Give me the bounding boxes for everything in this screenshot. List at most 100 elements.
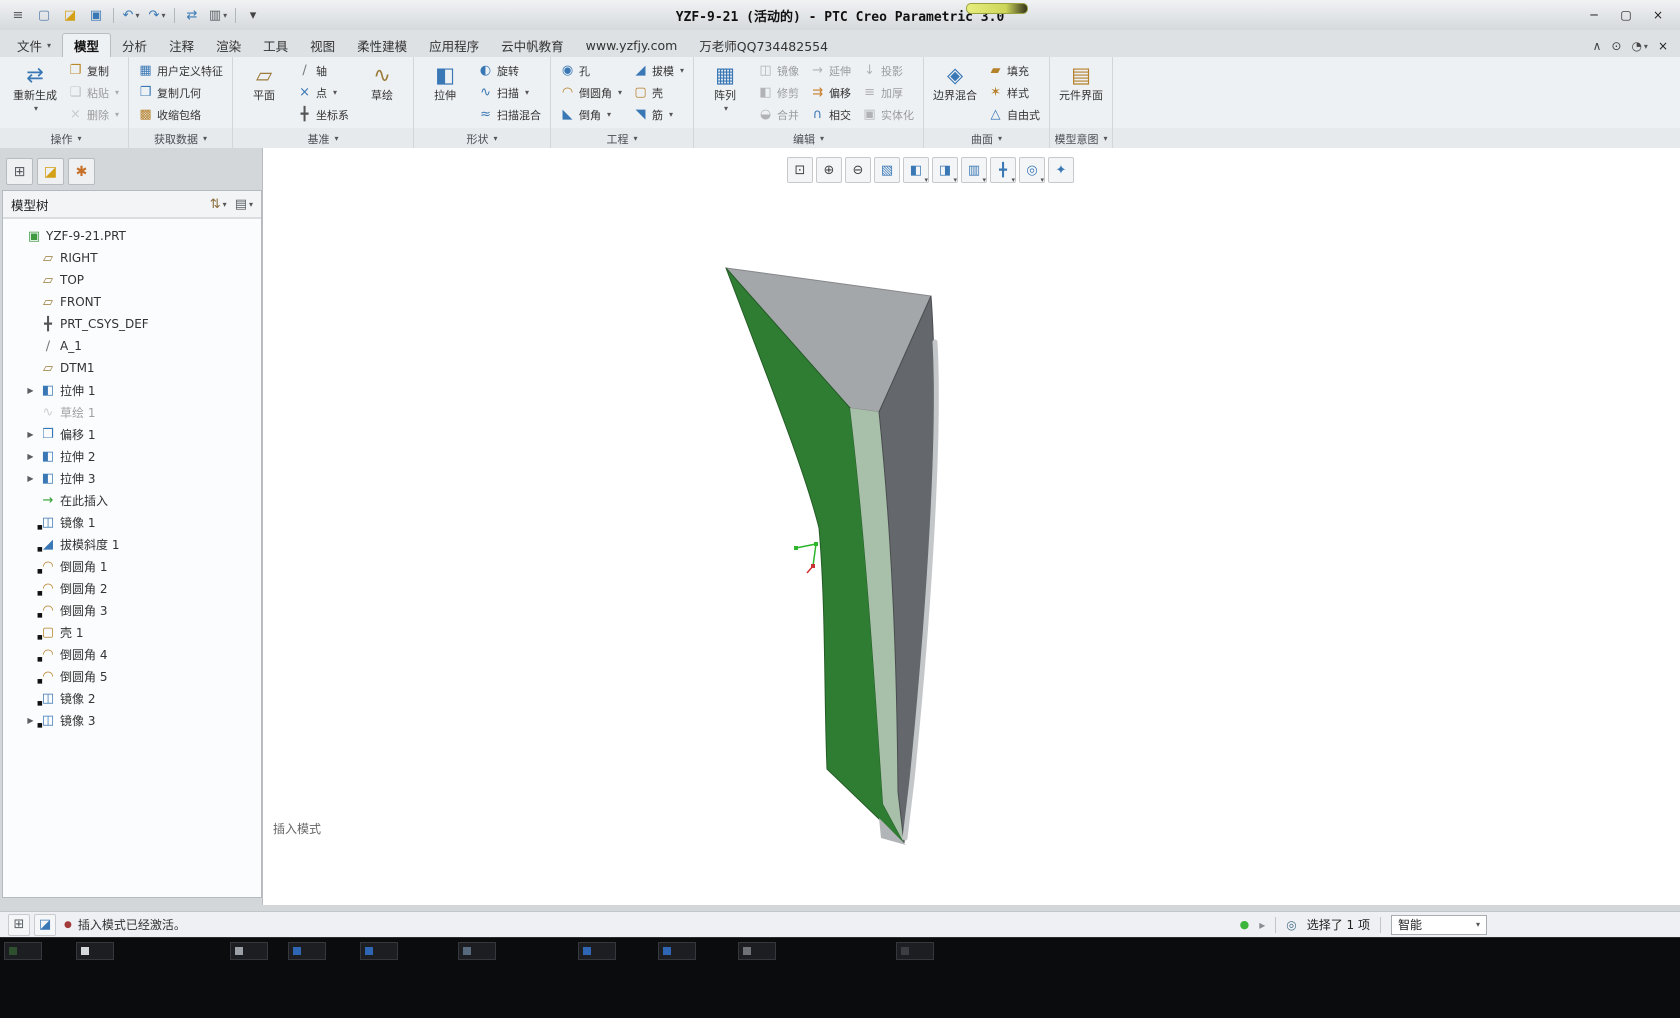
tree-item[interactable]: ▶◧拉伸 2 — [3, 445, 261, 467]
status-expand-button[interactable]: ▸ — [1259, 918, 1265, 932]
tree-item[interactable]: ◠■倒圆角 1 — [3, 555, 261, 577]
udf-button[interactable]: ▦用户定义特征 — [134, 60, 227, 81]
tab-view[interactable]: 视图 — [299, 34, 346, 57]
sketch-button[interactable]: ∿草绘 — [356, 59, 408, 126]
display-style-button[interactable]: ◨▾ — [932, 157, 958, 183]
command-search-button[interactable]: ⊙ — [1611, 40, 1621, 52]
shading-style-button[interactable]: ◧▾ — [903, 157, 929, 183]
chamfer-button[interactable]: ◣倒角▾ — [556, 104, 626, 125]
customize-quick-access-button[interactable]: ▾ — [241, 4, 265, 26]
copy-button[interactable]: ❐复制 — [64, 60, 123, 81]
extend-button[interactable]: →延伸 — [806, 60, 855, 81]
plane-button[interactable]: ▱平面 — [238, 59, 290, 126]
ribbon-group-label-engineering[interactable]: 工程▾ — [551, 130, 693, 148]
rib-button[interactable]: ◥筋▾ — [629, 104, 688, 125]
hole-button[interactable]: ◉孔 — [556, 60, 626, 81]
repaint-button[interactable]: ▧ — [874, 157, 900, 183]
ribbon-group-label-datum[interactable]: 基准▾ — [233, 130, 413, 148]
undo-button[interactable]: ↶▾ — [119, 4, 143, 26]
tree-filters-button[interactable]: ⇅▾ — [210, 198, 227, 211]
draft-button[interactable]: ◢拔模▾ — [629, 60, 688, 81]
tab-yunzhongfan-edu[interactable]: 云中帆教育 — [490, 34, 575, 57]
tab-render[interactable]: 渲染 — [205, 34, 252, 57]
tree-item[interactable]: ▶◧拉伸 1 — [3, 379, 261, 401]
tab-teacher-qq[interactable]: 万老师QQ734482554 — [688, 34, 839, 57]
refit-button[interactable]: ⊡ — [787, 157, 813, 183]
round-button[interactable]: ◠倒圆角▾ — [556, 82, 626, 103]
tree-item[interactable]: ▱FRONT — [3, 291, 261, 313]
ribbon-group-label-model-intent[interactable]: 模型意图▾ — [1050, 130, 1112, 148]
view-utilities-button[interactable]: ✦ — [1048, 157, 1074, 183]
ribbon-group-label-operations[interactable]: 操作▾ — [4, 130, 128, 148]
status-display-button[interactable]: ◔▾ — [1631, 40, 1648, 52]
ribbon-group-label-shapes[interactable]: 形状▾ — [414, 130, 550, 148]
tab-tools[interactable]: 工具 — [252, 34, 299, 57]
tab-website[interactable]: www.yzfjy.com — [575, 34, 689, 57]
tree-item[interactable]: ▶❒偏移 1 — [3, 423, 261, 445]
minimize-button[interactable]: ─ — [1582, 6, 1606, 24]
tree-item[interactable]: →在此插入 — [3, 489, 261, 511]
folder-browser-button[interactable]: ◪ — [37, 158, 64, 185]
find-button[interactable]: ◎ — [1286, 918, 1296, 932]
tree-item[interactable]: ◫■镜像 2 — [3, 687, 261, 709]
style-button[interactable]: ✶样式 — [984, 82, 1044, 103]
shell-button[interactable]: ▢壳 — [629, 82, 688, 103]
tree-item[interactable]: ▢■壳 1 — [3, 621, 261, 643]
tree-item[interactable]: ▱RIGHT — [3, 247, 261, 269]
screen-layout-button[interactable]: ≡ — [6, 4, 30, 26]
zoom-in-button[interactable]: ⊕ — [816, 157, 842, 183]
taskbar-item[interactable] — [896, 942, 934, 960]
taskbar-item[interactable] — [360, 942, 398, 960]
taskbar-item[interactable] — [288, 942, 326, 960]
saved-orientations-button[interactable]: ▥▾ — [961, 157, 987, 183]
swept-blend-button[interactable]: ≈扫描混合 — [474, 104, 545, 125]
solidify-button[interactable]: ▣实体化 — [858, 104, 918, 125]
offset-button[interactable]: ⇉偏移 — [806, 82, 855, 103]
trim-button[interactable]: ◧修剪 — [754, 82, 803, 103]
tree-item[interactable]: ▶◧拉伸 3 — [3, 467, 261, 489]
pattern-button[interactable]: ▦阵列▾ — [699, 59, 751, 126]
tree-item[interactable]: ∕A_1 — [3, 335, 261, 357]
tree-item[interactable]: ▣YZF-9-21.PRT — [3, 225, 261, 247]
taskbar-item[interactable] — [230, 942, 268, 960]
redo-button[interactable]: ↷▾ — [145, 4, 169, 26]
csys-button[interactable]: ╋坐标系 — [293, 104, 353, 125]
tree-item[interactable]: ∿草绘 1 — [3, 401, 261, 423]
tab-model[interactable]: 模型 — [62, 33, 111, 58]
tab-annotate[interactable]: 注释 — [158, 34, 205, 57]
taskbar-item[interactable] — [738, 942, 776, 960]
ribbon-group-label-get-data[interactable]: 获取数据▾ — [129, 130, 232, 148]
zoom-out-button[interactable]: ⊖ — [845, 157, 871, 183]
ribbon-group-label-surfaces[interactable]: 曲面▾ — [924, 130, 1049, 148]
tree-item[interactable]: ◠■倒圆角 2 — [3, 577, 261, 599]
selection-filter-select[interactable]: 智能▾ — [1391, 915, 1487, 935]
tab-applications[interactable]: 应用程序 — [418, 34, 490, 57]
tree-item[interactable]: ◢■拔模斜度 1 — [3, 533, 261, 555]
tab-flexible-modeling[interactable]: 柔性建模 — [346, 34, 418, 57]
taskbar-item[interactable] — [658, 942, 696, 960]
close-ribbon-button[interactable]: × — [1658, 40, 1668, 52]
tree-item[interactable]: ◠■倒圆角 4 — [3, 643, 261, 665]
datum-display-button[interactable]: ╋▾ — [990, 157, 1016, 183]
fill-button[interactable]: ▰填充 — [984, 60, 1044, 81]
annotation-display-button[interactable]: ◎▾ — [1019, 157, 1045, 183]
regenerate-quick-button[interactable]: ⇄ — [180, 4, 204, 26]
tree-item[interactable]: ◠■倒圆角 3 — [3, 599, 261, 621]
merge-button[interactable]: ◒合并 — [754, 104, 803, 125]
point-button[interactable]: ×点▾ — [293, 82, 353, 103]
tree-settings-button[interactable]: ▤▾ — [235, 198, 253, 211]
navigator-toggle-button[interactable]: ⊞ — [8, 914, 30, 936]
tree-item[interactable]: ▶◫■镜像 3 — [3, 709, 261, 731]
open-button[interactable]: ◪ — [58, 4, 82, 26]
tree-item[interactable]: ▱DTM1 — [3, 357, 261, 379]
copy-geometry-button[interactable]: ❒复制几何 — [134, 82, 227, 103]
tree-item[interactable]: ▱TOP — [3, 269, 261, 291]
boundary-blend-button[interactable]: ◈边界混合 — [929, 59, 981, 126]
delete-button[interactable]: ×删除▾ — [64, 104, 123, 125]
component-interface-button[interactable]: ▤元件界面 — [1055, 59, 1107, 126]
taskbar-item[interactable] — [458, 942, 496, 960]
minimize-ribbon-button[interactable]: ∧ — [1593, 40, 1602, 52]
close-button[interactable]: × — [1646, 6, 1670, 24]
ribbon-group-label-editing[interactable]: 编辑▾ — [694, 130, 923, 148]
maximize-button[interactable]: ▢ — [1614, 6, 1638, 24]
